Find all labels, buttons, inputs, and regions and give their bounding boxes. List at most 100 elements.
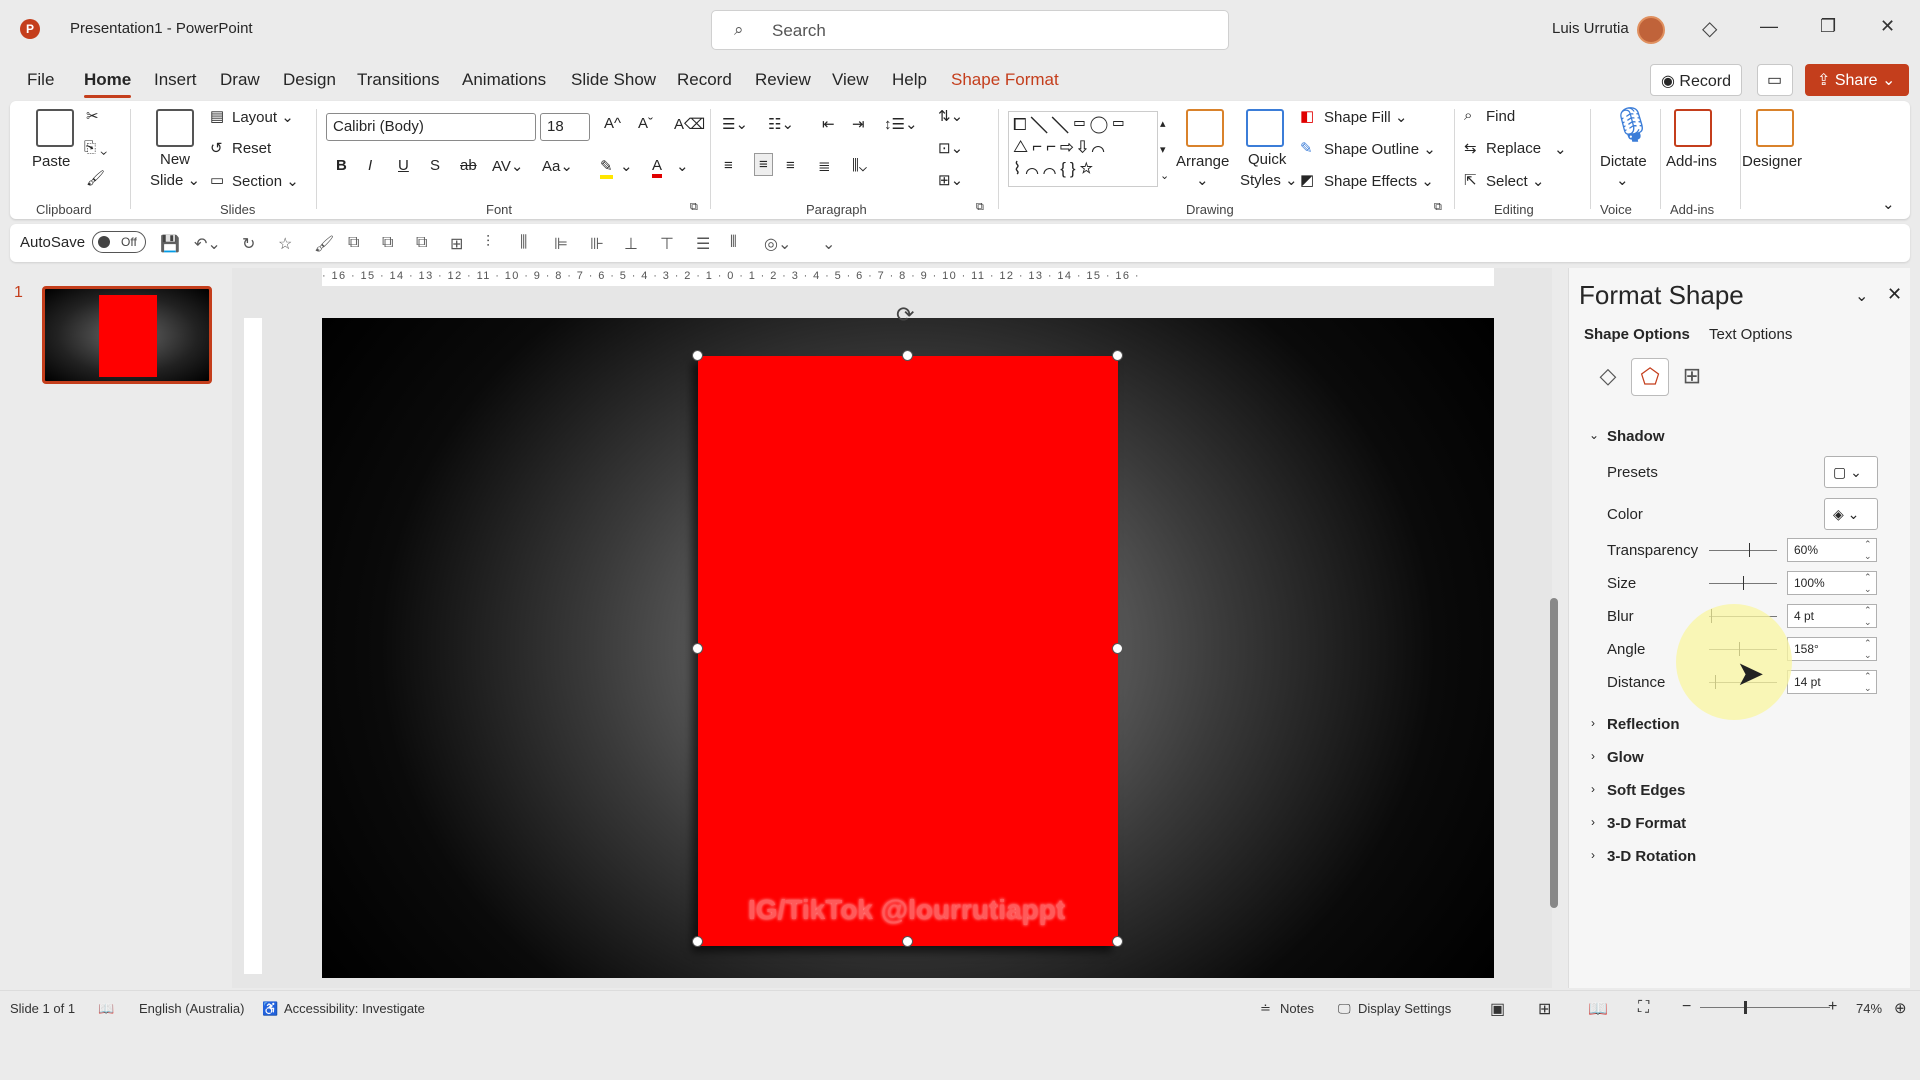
replace-button[interactable]: Replace [1486,140,1541,157]
distribute-vertical-icon[interactable]: ☰ [696,234,710,254]
font-dialog-launcher-icon[interactable]: ⧉ [690,201,698,214]
fill-line-icon[interactable]: ◇ [1589,358,1627,396]
arrange-button[interactable]: Arrange [1176,153,1229,170]
resize-handle[interactable] [692,936,703,947]
tab-home[interactable]: Home [84,70,132,98]
slide-sorter-icon[interactable]: ⊞ [1538,999,1551,1019]
numbering-icon[interactable]: ☷⌄ [768,115,794,133]
transparency-spinner[interactable]: 60% [1787,538,1877,562]
close-button[interactable]: ✕ [1880,16,1895,37]
resize-handle[interactable] [1112,643,1123,654]
size-spinner[interactable]: 100% [1787,571,1877,595]
tab-slide-show[interactable]: Slide Show [571,70,656,90]
font-name-combo[interactable]: Calibri (Body) [326,113,536,141]
slider-knob[interactable] [1743,576,1744,590]
size-properties-icon[interactable]: ⊞ [1673,358,1711,396]
shape-effects-button[interactable]: Shape Effects ⌄ [1324,172,1434,190]
columns-icon[interactable]: ⫼⌄ [852,157,867,174]
slide-thumbnail[interactable] [42,286,212,384]
presets-dropdown[interactable]: ▢ ⌄ [1824,456,1878,488]
tab-view[interactable]: View [832,70,869,90]
designer-button[interactable]: Designer [1742,153,1802,170]
chevron-down-icon[interactable]: ⌄ [620,157,633,175]
format-painter-icon[interactable]: 🖌 [314,234,334,254]
align-center-icon[interactable]: ⫶ [486,234,490,252]
spelling-icon[interactable]: 📖 [98,1001,114,1017]
character-spacing-icon[interactable]: AV⌄ [492,157,523,175]
underline-icon[interactable]: U [398,157,409,174]
resize-handle[interactable] [692,350,703,361]
bullets-icon[interactable]: ☰⌄ [722,115,748,133]
new-slide-dropdown[interactable]: Slide ⌄ [150,171,200,189]
resize-handle[interactable] [1112,350,1123,361]
zoom-level[interactable]: 74% [1856,1001,1882,1016]
add-ins-icon[interactable] [1674,109,1712,147]
reflection-section-header[interactable]: Reflection [1607,716,1680,733]
tab-animations[interactable]: Animations [462,70,546,90]
record-button[interactable]: ◉ Record [1650,64,1742,96]
tab-design[interactable]: Design [283,70,336,90]
chevron-right-icon[interactable]: › [1591,782,1595,796]
text-shadow-icon[interactable]: S [430,157,440,174]
paste-button[interactable]: Paste [32,153,70,170]
section-button[interactable]: Section ⌄ [232,172,299,190]
layout-button[interactable]: Layout ⌄ [232,108,294,126]
tab-shape-format[interactable]: Shape Format [951,70,1059,90]
microphone-icon[interactable]: 🎙 [1610,105,1653,145]
language-status[interactable]: English (Australia) [139,1001,245,1016]
tab-shape-options[interactable]: Shape Options [1584,326,1690,343]
strikethrough-icon[interactable]: ab [460,157,477,174]
tab-draw[interactable]: Draw [220,70,260,90]
decrease-indent-icon[interactable]: ⇤ [822,115,835,133]
slide-canvas[interactable]: IG/TikTok @lourrutiappt [322,318,1494,978]
premium-diamond-icon[interactable]: ◇ [1702,16,1717,41]
highlight-icon[interactable]: ✎ [600,157,613,179]
star-icon[interactable]: ☆ [278,234,292,254]
restore-button[interactable]: ❐ [1820,16,1836,37]
quick-styles-button[interactable]: Quick [1248,151,1286,168]
3d-format-section-header[interactable]: 3-D Format [1607,815,1686,832]
align-text-icon[interactable]: ⊡⌄ [938,139,963,157]
resize-handle[interactable] [902,936,913,947]
send-backward-icon[interactable]: ⧉ [382,234,393,252]
resize-handle[interactable] [1112,936,1123,947]
dictate-button[interactable]: Dictate [1600,153,1647,170]
comments-button[interactable]: ▭ [1757,64,1793,96]
transparency-slider[interactable] [1709,543,1777,557]
align-top-icon[interactable]: ⊤ [660,234,674,254]
notes-button[interactable]: Notes [1280,1001,1314,1016]
paragraph-dialog-launcher-icon[interactable]: ⧉ [976,201,984,214]
paste-icon[interactable] [36,109,74,147]
zoom-out-icon[interactable]: − [1682,998,1691,1016]
color-dropdown[interactable]: ◈ ⌄ [1824,498,1878,530]
align-middle-icon[interactable]: ⫼ [520,234,527,252]
save-icon[interactable]: 💾 [160,234,180,254]
arrange-icon[interactable] [1186,109,1224,147]
new-slide-icon[interactable] [156,109,194,147]
find-button[interactable]: Find [1486,108,1515,125]
customize-toolbar-icon[interactable]: ⌄ [822,234,835,254]
cut-icon[interactable]: ✂ [86,107,99,125]
align-right-icon[interactable]: ⊪ [590,234,604,254]
distribute-horizontal-icon[interactable]: ⫴ [730,234,737,252]
tab-file[interactable]: File [27,70,54,90]
copy-icon[interactable]: ⎘ ⌄ [84,139,107,156]
size-slider[interactable] [1709,576,1777,590]
align-left-icon[interactable]: ≡ [724,157,733,174]
chevron-right-icon[interactable]: › [1591,749,1595,763]
chevron-down-icon[interactable]: ⌄ [1554,140,1567,158]
effects-pentagon-icon[interactable]: ⬠ [1631,358,1669,396]
shape-outline-button[interactable]: Shape Outline ⌄ [1324,140,1436,158]
tab-record[interactable]: Record [677,70,732,90]
text-direction-icon[interactable]: ⇅⌄ [938,107,963,125]
zoom-slider[interactable] [1700,1001,1830,1014]
vertical-scrollbar[interactable] [1548,268,1560,968]
redo-icon[interactable]: ↻ [242,234,255,254]
minimize-button[interactable]: — [1760,16,1778,37]
reading-view-icon[interactable]: 📖 [1588,999,1608,1019]
angle-spinner[interactable]: 158° [1787,637,1877,661]
clear-formatting-icon[interactable]: A⌫ [674,115,705,133]
undo-icon[interactable]: ↶⌄ [194,234,221,254]
fit-to-window-icon[interactable]: ⊕ [1894,999,1907,1017]
rotation-handle-icon[interactable]: ⟳ [896,302,914,328]
